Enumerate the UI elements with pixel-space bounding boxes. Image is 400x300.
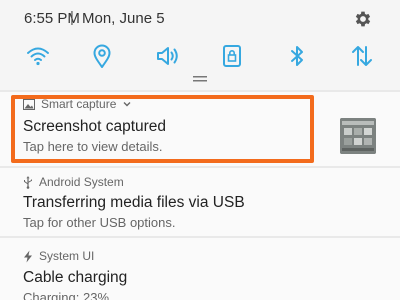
notification-body: Tap for other USB options.: [23, 215, 176, 230]
sound-icon[interactable]: [154, 42, 182, 70]
bluetooth-icon[interactable]: [283, 42, 311, 70]
notification-body: Charging: 23%: [23, 290, 109, 300]
usb-icon: [24, 176, 32, 189]
gear-icon[interactable]: [353, 9, 373, 29]
notification-app-name: Android System: [39, 175, 124, 189]
notification-header: Android System: [23, 174, 124, 190]
location-icon[interactable]: [88, 42, 116, 70]
lightning-icon: [24, 250, 32, 262]
notification-app-name: System UI: [39, 249, 95, 263]
wifi-icon[interactable]: [24, 42, 52, 70]
quick-settings-panel: [0, 38, 400, 90]
status-separator: |: [70, 9, 74, 26]
notification-android-system[interactable]: Android System Transferring media files …: [0, 168, 400, 236]
status-date: Mon, June 5: [82, 10, 165, 27]
notification-title: Cable charging: [23, 269, 128, 286]
screen-rotation-lock-icon[interactable]: [218, 42, 246, 70]
mobile-data-icon[interactable]: [348, 42, 376, 70]
notification-system-ui[interactable]: System UI Cable charging Charging: 23%: [0, 238, 400, 300]
panel-drag-handle[interactable]: [190, 76, 210, 82]
highlight-box: [11, 95, 314, 163]
notification-header: System UI: [23, 248, 94, 264]
screenshot-thumbnail[interactable]: [340, 118, 376, 154]
status-bar: 6:55 PM | Mon, June 5: [0, 0, 400, 38]
notification-title: Transferring media files via USB: [23, 194, 245, 211]
